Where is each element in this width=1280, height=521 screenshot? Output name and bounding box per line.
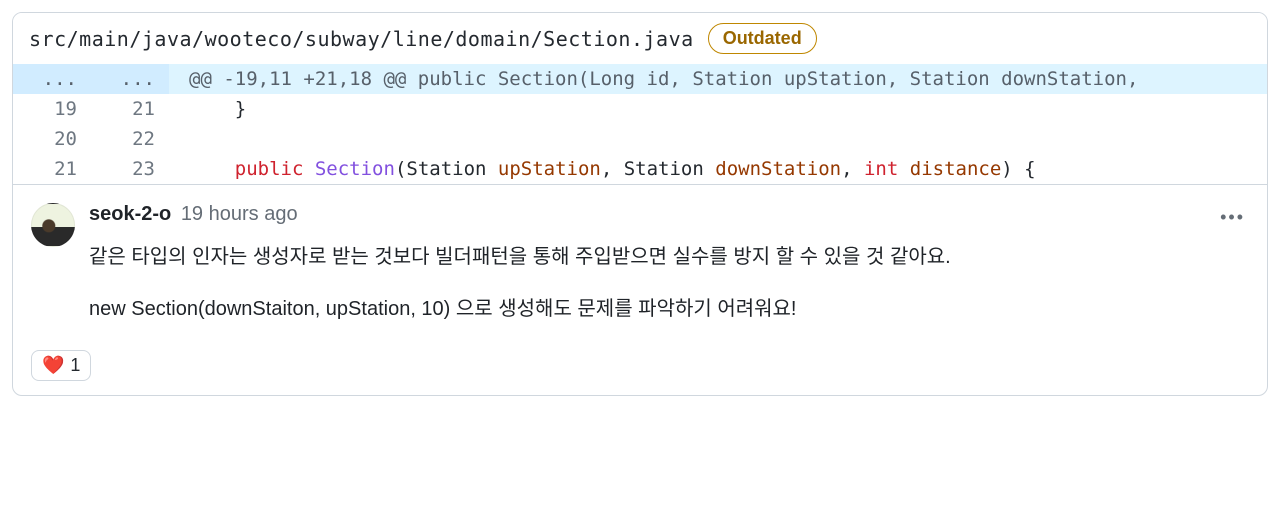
author-link[interactable]: seok-2-o bbox=[89, 203, 171, 225]
reactions-bar: ❤️ 1 bbox=[31, 350, 1249, 381]
code-line: 2022 bbox=[13, 124, 1267, 154]
code-line: 1921 } bbox=[13, 94, 1267, 124]
timestamp[interactable]: 19 hours ago bbox=[181, 203, 298, 225]
code-content: } bbox=[169, 94, 1267, 124]
kebab-icon[interactable]: ••• bbox=[1216, 203, 1249, 232]
line-num-new[interactable]: 23 bbox=[91, 154, 169, 184]
line-num-new[interactable]: 22 bbox=[91, 124, 169, 154]
review-comment: ••• seok-2-o 19 hours ago 같은 타입의 인자는 생성자… bbox=[13, 184, 1267, 395]
outdated-badge: Outdated bbox=[708, 23, 817, 54]
avatar[interactable] bbox=[31, 203, 75, 247]
comment-text: 같은 타입의 인자는 생성자로 받는 것보다 빌더패턴을 통해 주입받으면 실수… bbox=[89, 240, 1249, 326]
reaction-heart[interactable]: ❤️ 1 bbox=[31, 350, 91, 381]
comment-author-line: seok-2-o 19 hours ago bbox=[89, 203, 1249, 226]
review-thread: src/main/java/wooteco/subway/line/domain… bbox=[12, 12, 1268, 396]
line-num-old[interactable]: 21 bbox=[13, 154, 91, 184]
diff-table: ......@@ -19,11 +21,18 @@ public Section… bbox=[13, 64, 1267, 184]
comment-paragraph: new Section(downStaiton, upStation, 10) … bbox=[89, 292, 1249, 326]
file-header: src/main/java/wooteco/subway/line/domain… bbox=[13, 13, 1267, 64]
line-num-old[interactable]: 20 bbox=[13, 124, 91, 154]
code-line: 2123 public Section(Station upStation, S… bbox=[13, 154, 1267, 184]
line-num-old: ... bbox=[13, 64, 91, 94]
line-num-new: ... bbox=[91, 64, 169, 94]
reaction-count: 1 bbox=[70, 355, 80, 376]
hunk-text: @@ -19,11 +21,18 @@ public Section(Long … bbox=[169, 64, 1267, 94]
hunk-header[interactable]: ......@@ -19,11 +21,18 @@ public Section… bbox=[13, 64, 1267, 94]
line-num-old[interactable]: 19 bbox=[13, 94, 91, 124]
code-content: public Section(Station upStation, Statio… bbox=[169, 154, 1267, 184]
code-content bbox=[169, 124, 1267, 154]
comment-paragraph: 같은 타입의 인자는 생성자로 받는 것보다 빌더패턴을 통해 주입받으면 실수… bbox=[89, 240, 1249, 274]
line-num-new[interactable]: 21 bbox=[91, 94, 169, 124]
file-path[interactable]: src/main/java/wooteco/subway/line/domain… bbox=[29, 27, 694, 51]
heart-icon: ❤️ bbox=[42, 355, 64, 376]
